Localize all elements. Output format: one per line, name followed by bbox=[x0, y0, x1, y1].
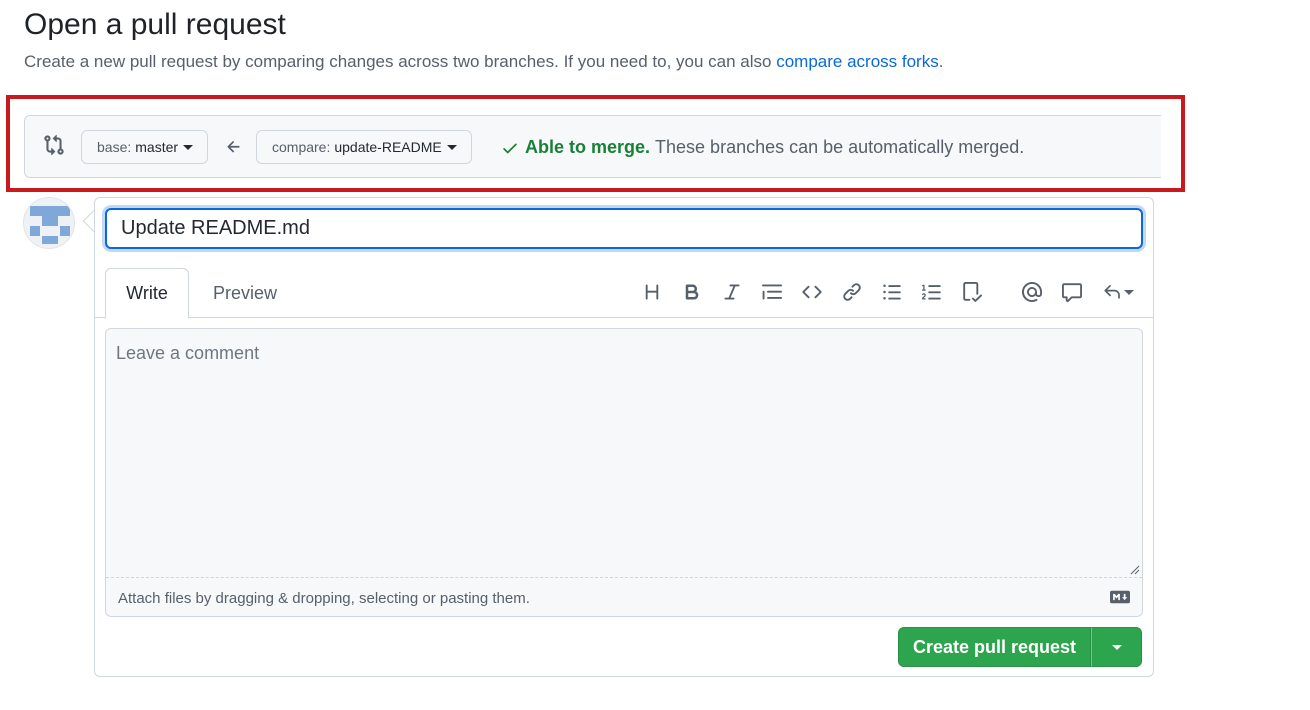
submit-button-group: Create pull request bbox=[898, 627, 1142, 667]
italic-icon[interactable] bbox=[721, 281, 743, 303]
create-pull-request-button[interactable]: Create pull request bbox=[898, 627, 1091, 667]
editor-tabs: Write Preview bbox=[95, 268, 1153, 319]
reference-icon[interactable] bbox=[1061, 281, 1083, 303]
tab-preview[interactable]: Preview bbox=[201, 268, 289, 318]
saved-replies-icon[interactable] bbox=[1101, 281, 1135, 303]
code-icon[interactable] bbox=[801, 281, 823, 303]
page-title: Open a pull request bbox=[24, 8, 286, 41]
highlight-annotation bbox=[6, 95, 1185, 192]
chevron-down-icon bbox=[1111, 644, 1122, 650]
mention-icon[interactable] bbox=[1021, 281, 1043, 303]
link-icon[interactable] bbox=[841, 281, 863, 303]
bold-icon[interactable] bbox=[681, 281, 703, 303]
markdown-icon[interactable] bbox=[1110, 590, 1130, 604]
attach-hint: Attach files by dragging & dropping, sel… bbox=[118, 590, 530, 607]
identicon-icon bbox=[24, 198, 74, 248]
description-text: Create a new pull request by comparing c… bbox=[24, 52, 777, 71]
avatar[interactable] bbox=[23, 197, 75, 249]
chevron-down-icon bbox=[1123, 289, 1134, 295]
comment-editor: Attach files by dragging & dropping, sel… bbox=[105, 328, 1143, 617]
comment-textarea[interactable] bbox=[106, 329, 1142, 577]
submit-options-dropdown[interactable] bbox=[1091, 627, 1142, 667]
unordered-list-icon[interactable] bbox=[881, 281, 903, 303]
file-attachment-area[interactable]: Attach files by dragging & dropping, sel… bbox=[106, 577, 1142, 617]
compare-across-forks-link[interactable]: compare across forks bbox=[776, 52, 939, 71]
quote-icon[interactable] bbox=[761, 281, 783, 303]
task-list-icon[interactable] bbox=[961, 281, 983, 303]
page-description: Create a new pull request by comparing c… bbox=[24, 52, 943, 72]
tab-write[interactable]: Write bbox=[105, 268, 189, 319]
description-period: . bbox=[938, 52, 944, 71]
heading-icon[interactable] bbox=[641, 281, 663, 303]
ordered-list-icon[interactable] bbox=[921, 281, 943, 303]
pull-request-form: Write Preview Attach files by dragging &… bbox=[94, 197, 1154, 677]
resize-handle-icon[interactable] bbox=[1130, 565, 1140, 575]
pr-title-input[interactable] bbox=[105, 208, 1143, 249]
